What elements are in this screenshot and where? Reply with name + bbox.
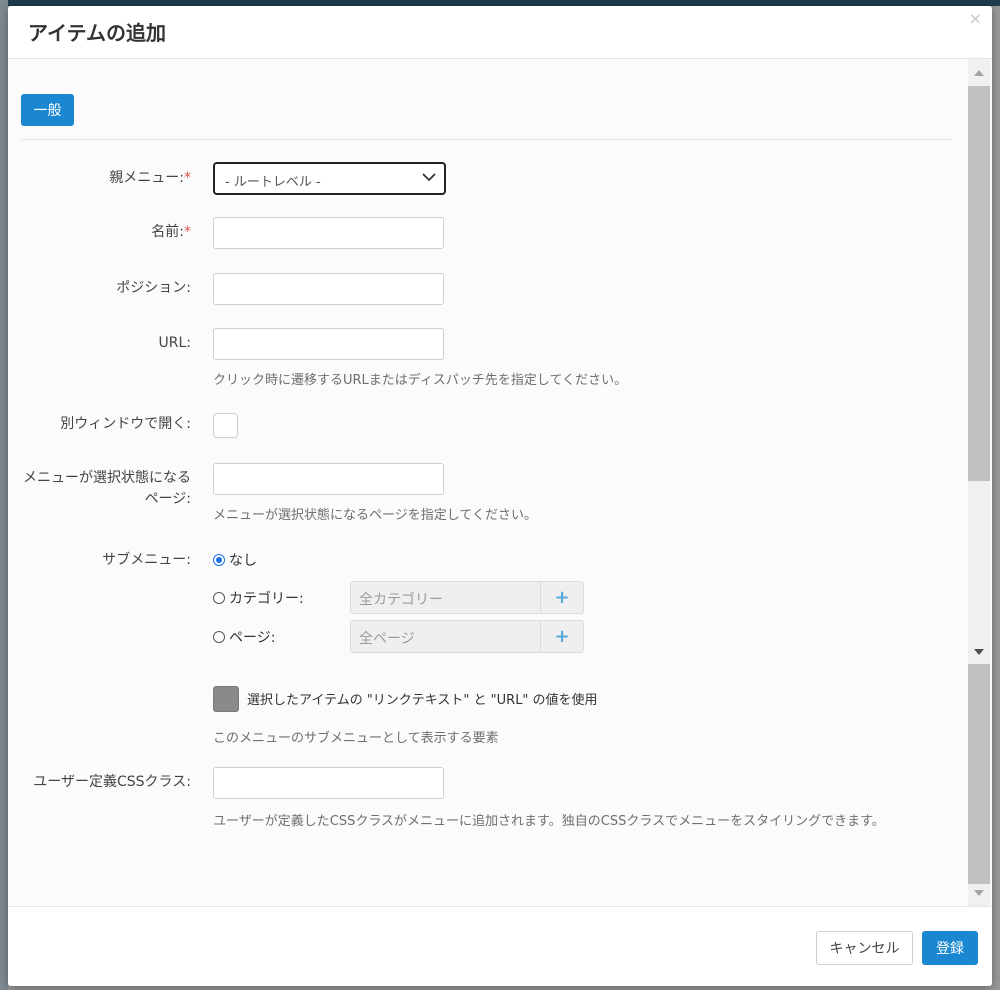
page-picker[interactable]: 全ページ + (350, 620, 584, 653)
add-item-dialog: アイテムの追加 × 一般 親メニュー:* - ルートレベル - 名前:* ポジシ… (8, 6, 992, 986)
new-window-label: 別ウィンドウで開く: (60, 416, 191, 432)
selected-pages-label-line1: メニューが選択状態になる (23, 470, 191, 486)
scrollbar-thumb[interactable] (968, 86, 990, 481)
radio-icon (213, 592, 225, 604)
url-help-text: クリック時に遷移するURLまたはディスパッチ先を指定してください。 (213, 373, 628, 388)
submenu-option-none-label: なし (229, 553, 257, 569)
use-item-values-toggle[interactable] (213, 686, 239, 712)
category-picker-placeholder: 全カテゴリー (359, 592, 443, 608)
radio-selected-icon (213, 554, 225, 566)
close-icon[interactable]: × (969, 10, 982, 28)
submenu-help-text: このメニューのサブメニューとして表示する要素 (213, 731, 499, 746)
selected-pages-help-text: メニューが選択状態になるページを指定してください。 (213, 508, 537, 523)
tab-general[interactable]: 一般 (21, 94, 74, 126)
tab-divider (21, 139, 952, 140)
scroll-up-arrow-icon[interactable] (968, 65, 990, 81)
css-class-input[interactable] (213, 767, 444, 799)
selected-pages-input[interactable] (213, 463, 444, 495)
submenu-option-category[interactable]: カテゴリー: (213, 588, 304, 608)
radio-icon (213, 631, 225, 643)
required-mark: * (184, 224, 191, 240)
submit-button[interactable]: 登録 (922, 931, 978, 965)
name-input[interactable] (213, 217, 444, 249)
chevron-down-icon (422, 173, 436, 182)
selected-pages-label: メニューが選択状態になる ページ: (8, 468, 191, 510)
parent-menu-select[interactable]: - ルートレベル - (213, 162, 446, 195)
selected-pages-label-line2: ページ: (144, 491, 191, 507)
scroll-down-arrow-icon[interactable] (968, 885, 990, 901)
dialog-footer: キャンセル 登録 (8, 906, 992, 986)
parent-menu-label-text: 親メニュー: (109, 170, 184, 186)
add-category-plus-icon[interactable]: + (540, 582, 583, 613)
scroll-down-arrow-icon[interactable] (968, 644, 990, 660)
category-picker[interactable]: 全カテゴリー + (350, 581, 584, 614)
submenu-label: サブメニュー: (102, 552, 191, 568)
position-label: ポジション: (116, 280, 191, 296)
new-window-checkbox[interactable] (213, 413, 238, 438)
url-label: URL: (158, 335, 192, 351)
dialog-body: 一般 親メニュー:* - ルートレベル - 名前:* ポジション: URL: ク… (8, 59, 992, 906)
css-class-label: ユーザー定義CSSクラス: (33, 774, 191, 790)
dialog-title: アイテムの追加 (28, 21, 166, 45)
submenu-option-category-label: カテゴリー: (229, 591, 304, 607)
submenu-option-page[interactable]: ページ: (213, 627, 275, 647)
url-input[interactable] (213, 328, 444, 360)
required-mark: * (184, 170, 191, 186)
submenu-option-page-label: ページ: (229, 630, 276, 646)
position-input[interactable] (213, 273, 444, 305)
cancel-button[interactable]: キャンセル (816, 931, 913, 965)
css-class-help-text: ユーザーが定義したCSSクラスがメニューに追加されます。独自のCSSクラスでメニ… (213, 814, 885, 829)
scrollbar-thumb-lower[interactable] (968, 664, 990, 884)
submenu-option-none[interactable]: なし (213, 550, 257, 570)
page-picker-placeholder: 全ページ (359, 631, 415, 647)
use-item-values-label: 選択したアイテムの "リンクテキスト" と "URL" の値を使用 (247, 693, 598, 708)
dialog-header: アイテムの追加 × (8, 6, 992, 59)
parent-menu-label: 親メニュー:* (8, 168, 191, 189)
add-page-plus-icon[interactable]: + (540, 621, 583, 652)
parent-menu-selected-value: - ルートレベル - (225, 175, 321, 190)
backdrop-left-strip (0, 0, 8, 990)
name-label: 名前:* (8, 222, 191, 243)
name-label-text: 名前: (151, 224, 184, 240)
